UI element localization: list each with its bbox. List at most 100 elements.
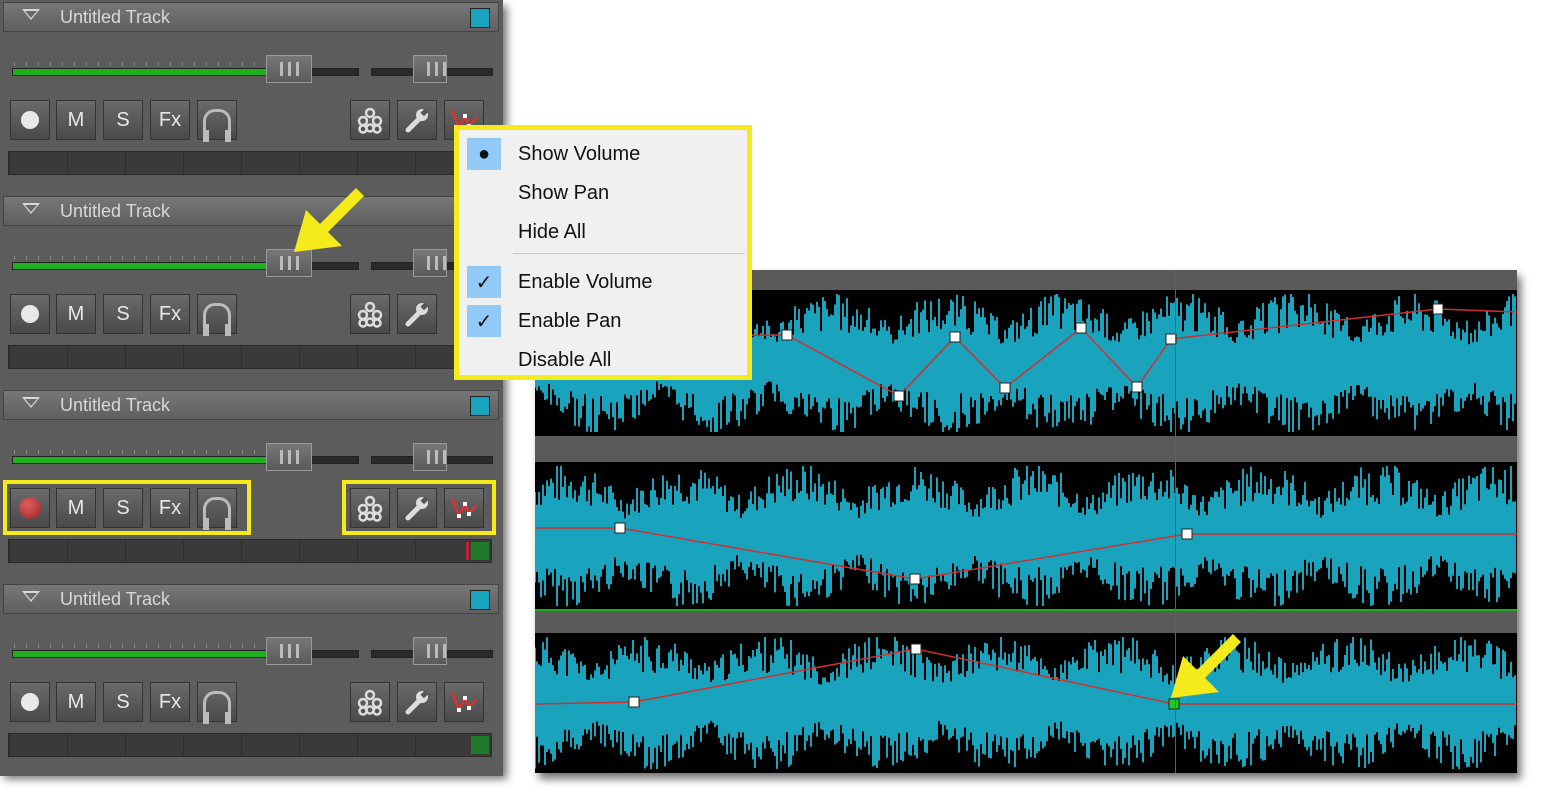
waveform-lane-2[interactable] (535, 462, 1517, 610)
waveform (535, 466, 1517, 606)
track-header[interactable]: Untitled Track (3, 196, 499, 226)
lane-separator (535, 436, 1517, 462)
envelope-node[interactable] (910, 643, 922, 655)
track-settings-button[interactable] (397, 100, 437, 140)
envelope-node[interactable] (949, 331, 961, 343)
meter-peak (466, 542, 469, 560)
wrench-icon (405, 302, 429, 327)
solo-button[interactable]: S (103, 294, 143, 334)
meter-level (471, 736, 489, 754)
pointer-arrow-icon (1171, 634, 1241, 698)
envelope-node[interactable] (1181, 528, 1193, 540)
envelope-node[interactable] (614, 522, 626, 534)
volume-slider-handle[interactable] (266, 637, 312, 665)
volume-scale (14, 62, 264, 66)
track-color-swatch[interactable] (470, 590, 490, 610)
monitor-button[interactable] (197, 682, 237, 724)
record-arm-button[interactable] (10, 100, 50, 140)
volume-level (13, 651, 268, 657)
effects-routing-button[interactable] (350, 100, 390, 140)
volume-scale (14, 644, 264, 648)
meter-level (471, 542, 489, 560)
headphones-icon (203, 690, 231, 724)
envelope-node[interactable] (999, 382, 1011, 394)
record-arm-button[interactable] (10, 682, 50, 722)
volume-level (13, 69, 268, 75)
menu-item-label: Show Pan (518, 182, 610, 204)
envelope-context-menu: ● Show Volume Show Pan Hide All ✓ Enable… (454, 125, 752, 380)
track-1: Untitled Track M S Fx (0, 0, 503, 194)
menu-item-label: Disable All (518, 349, 612, 371)
effects-icon (357, 301, 383, 328)
record-icon (21, 111, 39, 129)
collapse-icon[interactable] (22, 397, 40, 408)
track-header[interactable]: Untitled Track (3, 2, 499, 32)
collapse-icon[interactable] (22, 591, 40, 602)
pan-slider-handle[interactable] (413, 249, 447, 277)
monitor-button[interactable] (197, 100, 237, 142)
collapse-icon[interactable] (22, 203, 40, 214)
fx-button[interactable]: Fx (150, 294, 190, 334)
mute-button[interactable]: M (56, 294, 96, 334)
track-header[interactable]: Untitled Track (3, 584, 499, 614)
track-title[interactable]: Untitled Track (60, 201, 170, 222)
pan-slider-handle[interactable] (413, 443, 447, 471)
envelope-node[interactable] (628, 696, 640, 708)
menu-item-enable-volume[interactable]: ✓ Enable Volume (459, 264, 747, 300)
fx-button[interactable]: Fx (150, 100, 190, 140)
track-title[interactable]: Untitled Track (60, 7, 170, 28)
volume-slider-handle[interactable] (266, 55, 312, 83)
track-settings-button[interactable] (397, 294, 437, 334)
track-title[interactable]: Untitled Track (60, 589, 170, 610)
track-color-swatch[interactable] (470, 396, 490, 416)
record-arm-button[interactable] (10, 294, 50, 334)
level-meter (8, 539, 492, 563)
menu-item-hide-all[interactable]: Hide All (459, 214, 747, 250)
pan-slider-handle[interactable] (413, 637, 447, 665)
solo-button[interactable]: S (103, 682, 143, 722)
volume-slider-handle[interactable] (266, 443, 312, 471)
envelope-node[interactable] (909, 573, 921, 585)
mute-button[interactable]: M (56, 100, 96, 140)
envelope-node[interactable] (781, 329, 793, 341)
pointer-arrow-icon (294, 188, 364, 252)
highlight-box (3, 480, 251, 535)
volume-scale (14, 450, 264, 454)
track-title[interactable]: Untitled Track (60, 395, 170, 416)
waveform (535, 637, 1517, 769)
record-icon (21, 693, 39, 711)
solo-button[interactable]: S (103, 100, 143, 140)
checkmark-icon: ✓ (467, 305, 501, 337)
envelope-button[interactable] (444, 682, 484, 722)
menu-item-show-pan[interactable]: Show Pan (459, 175, 747, 211)
effects-routing-button[interactable] (350, 682, 390, 722)
fx-button[interactable]: Fx (150, 682, 190, 722)
envelope-node[interactable] (1432, 303, 1444, 315)
pan-slider-handle[interactable] (413, 55, 447, 83)
level-meter (8, 345, 492, 369)
envelope-node[interactable] (1075, 322, 1087, 334)
menu-item-show-volume[interactable]: ● Show Volume (459, 136, 747, 172)
mute-button[interactable]: M (56, 682, 96, 722)
envelope-icon (450, 691, 477, 714)
track-color-swatch[interactable] (470, 8, 490, 28)
menu-separator (513, 253, 745, 254)
track-2: Untitled Track M S Fx (0, 188, 503, 388)
waveform-lane-3[interactable] (535, 633, 1517, 773)
envelope-node[interactable] (893, 390, 905, 402)
menu-item-enable-pan[interactable]: ✓ Enable Pan (459, 303, 747, 339)
effects-routing-button[interactable] (350, 294, 390, 334)
collapse-icon[interactable] (22, 9, 40, 20)
menu-item-label: Hide All (518, 221, 586, 243)
monitor-button[interactable] (197, 294, 237, 336)
record-icon (21, 305, 39, 323)
wrench-icon (405, 108, 429, 133)
track-header[interactable]: Untitled Track (3, 390, 499, 420)
effects-icon (357, 689, 383, 716)
level-meter (8, 151, 492, 175)
envelope-node[interactable] (1131, 381, 1143, 393)
menu-item-disable-all[interactable]: Disable All (459, 342, 747, 378)
track-4: Untitled Track M S Fx (0, 582, 503, 776)
track-3: Untitled Track M S Fx (0, 388, 503, 582)
track-settings-button[interactable] (397, 682, 437, 722)
